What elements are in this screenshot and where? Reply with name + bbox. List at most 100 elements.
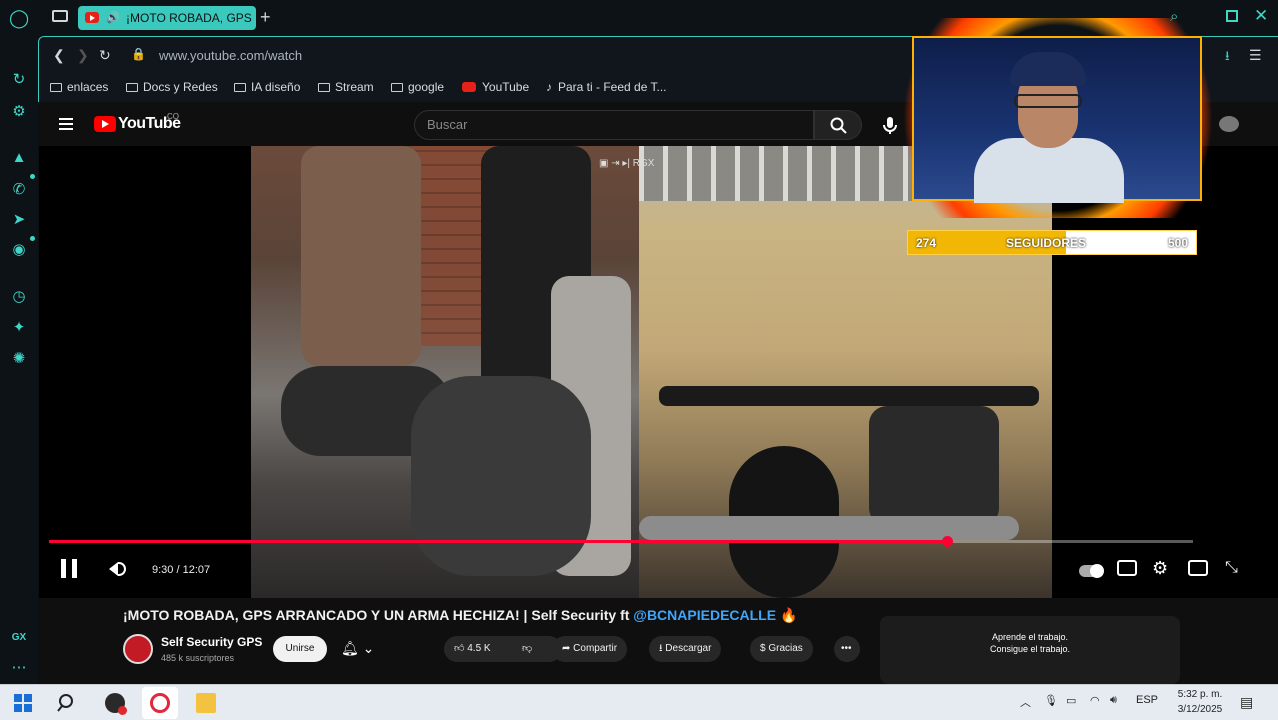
gx-label: GX (11, 632, 27, 643)
more-icon[interactable]: ⋯ (9, 658, 29, 678)
telegram-icon[interactable]: ➤ (9, 210, 29, 230)
motorcycle-exhaust (639, 516, 1019, 540)
channel-avatar[interactable] (123, 634, 153, 664)
mention-link[interactable]: @BCNAPIEDECALLE (633, 607, 776, 623)
followers-label: SEGUIDORES (1006, 236, 1087, 250)
download-icon: ⭳ (659, 643, 663, 654)
join-button[interactable]: Unirse (273, 636, 327, 662)
youtube-logo-icon[interactable] (94, 116, 116, 132)
theater-mode-button[interactable] (1188, 560, 1208, 576)
workspaces-icon[interactable] (52, 10, 68, 22)
like-dislike-group: 👍︎ 4.5 K 👎︎ (444, 636, 562, 662)
streamer-glasses (1014, 94, 1082, 108)
extensions-puzzle-icon[interactable]: ✦ (9, 318, 29, 338)
like-button[interactable]: 👍︎ 4.5 K (454, 643, 491, 654)
followers-current: 274 (916, 236, 937, 250)
notifications-icon[interactable]: ▤ (1240, 694, 1253, 711)
forward-button[interactable]: ❯ (77, 47, 89, 64)
subscriber-count: 485 k suscriptores (161, 653, 235, 663)
opera-logo-icon[interactable]: ◯ (9, 8, 29, 28)
system-clock[interactable]: 5:32 p. m. 3/12/2025 (1170, 687, 1230, 717)
bookmark-youtube[interactable]: YouTube (462, 80, 529, 94)
volume-button[interactable] (109, 562, 118, 576)
speed-dial-icon[interactable]: ↻ (9, 70, 29, 90)
notification-dot (30, 174, 35, 179)
motorcycle-engine (869, 406, 999, 526)
motorcycle-frame (659, 386, 1039, 406)
fullscreen-button[interactable]: ⤡ (1225, 559, 1238, 577)
followers-goal: 500 (1167, 236, 1188, 250)
bookmark-folder[interactable]: Docs y Redes (126, 80, 218, 94)
share-button[interactable]: ➦ Compartir (552, 636, 628, 662)
thanks-button[interactable]: $ Gracias (750, 636, 813, 662)
pause-button[interactable] (61, 559, 77, 578)
folder-icon (318, 83, 330, 92)
opera-taskbar-active[interactable] (142, 687, 178, 719)
video-frame-left (251, 146, 639, 598)
restore-window-button[interactable] (1226, 10, 1238, 22)
bookmark-folder[interactable]: enlaces (50, 80, 108, 94)
extensions-icon[interactable]: ⚙ (9, 102, 29, 122)
reload-button[interactable]: ↻ (99, 47, 111, 64)
clock-time: 5:32 p. m. (1177, 689, 1223, 700)
new-tab-button[interactable]: + (260, 7, 271, 28)
tiktok-icon: ♪ (546, 80, 552, 94)
gloved-hand-right (411, 376, 591, 576)
menu-icon[interactable] (59, 118, 73, 130)
close-window-button[interactable]: ✕ (1254, 6, 1268, 26)
search-icon[interactable] (57, 693, 77, 713)
search-input[interactable]: Buscar (414, 110, 814, 140)
promo-line-1: Aprende el trabajo. (991, 632, 1069, 642)
bookmark-folder[interactable]: Stream (318, 80, 374, 94)
settings-icon[interactable]: ✺ (9, 349, 29, 369)
bookmark-folder[interactable]: google (391, 80, 444, 94)
thumbs-up-icon: 👍︎ (454, 643, 465, 654)
bookmark-tiktok[interactable]: ♪ Para ti - Feed de T... (546, 80, 667, 94)
video-title: ¡MOTO ROBADA, GPS ARRANCADO Y UN ARMA HE… (123, 607, 798, 623)
windows-start-icon[interactable] (13, 693, 33, 713)
speaker-icon[interactable]: 🔊 (106, 6, 120, 30)
search-button[interactable] (814, 110, 862, 140)
progress-played (49, 540, 948, 543)
person-legs (301, 146, 421, 366)
autoplay-toggle[interactable] (1079, 564, 1104, 578)
file-explorer-icon[interactable] (196, 693, 216, 713)
speaker-tray-icon[interactable]: 🔊︎ (1110, 694, 1117, 707)
history-icon[interactable]: ◷ (9, 287, 29, 307)
tray-chevron-icon[interactable]: ︿ (1020, 694, 1031, 710)
microphone-tray-icon[interactable]: 🎙︎ (1044, 694, 1058, 707)
language-indicator[interactable]: ESP (1136, 694, 1158, 706)
country-badge: CO (167, 112, 179, 121)
volume-wave-icon (118, 562, 126, 576)
battery-icon[interactable]: ▭ (1066, 694, 1076, 707)
wifi-icon[interactable]: ◠ (1090, 694, 1100, 707)
clock-date: 3/12/2025 (1177, 704, 1223, 715)
tab-title: ¡MOTO ROBADA, GPS (126, 11, 252, 25)
youtube-icon (462, 82, 476, 92)
time-display: 9:30 / 12:07 (152, 564, 211, 576)
back-button[interactable]: ❮ (53, 47, 65, 64)
dislike-button[interactable]: 👎︎ (522, 636, 532, 662)
feed-icon[interactable]: ▲ (9, 148, 29, 168)
progress-scrubber[interactable] (942, 536, 954, 547)
search-icon (830, 117, 847, 134)
notification-bell-button[interactable]: 🔔︎ ⌄ (341, 640, 374, 657)
settings-gear-icon[interactable]: ⚙ (1152, 558, 1168, 579)
lock-icon: 🔒 (131, 47, 146, 61)
download-icon[interactable]: ⭳ (1225, 47, 1230, 69)
more-actions-button[interactable]: ••• (834, 636, 860, 662)
folder-icon (126, 83, 138, 92)
whatsapp-icon[interactable]: ✆ (9, 180, 29, 200)
bookmark-folder[interactable]: IA diseño (234, 80, 300, 94)
subtitles-button[interactable] (1117, 560, 1137, 576)
opera-gx-taskbar-icon[interactable] (105, 693, 127, 715)
easy-setup-icon[interactable]: ☰ (1249, 47, 1262, 64)
url-text[interactable]: www.youtube.com/watch (159, 48, 302, 63)
tab-youtube-video[interactable]: 🔊 ¡MOTO ROBADA, GPS (78, 6, 256, 30)
thanks-icon: $ (760, 643, 766, 654)
streamer-cap (1010, 52, 1086, 86)
promo-card[interactable]: Aprende el trabajo. Consigue el trabajo. (880, 616, 1180, 684)
channel-name[interactable]: Self Security GPS (161, 635, 262, 649)
download-button[interactable]: ⭳ Descargar (649, 636, 722, 662)
discord-icon[interactable]: ◉ (9, 240, 29, 260)
